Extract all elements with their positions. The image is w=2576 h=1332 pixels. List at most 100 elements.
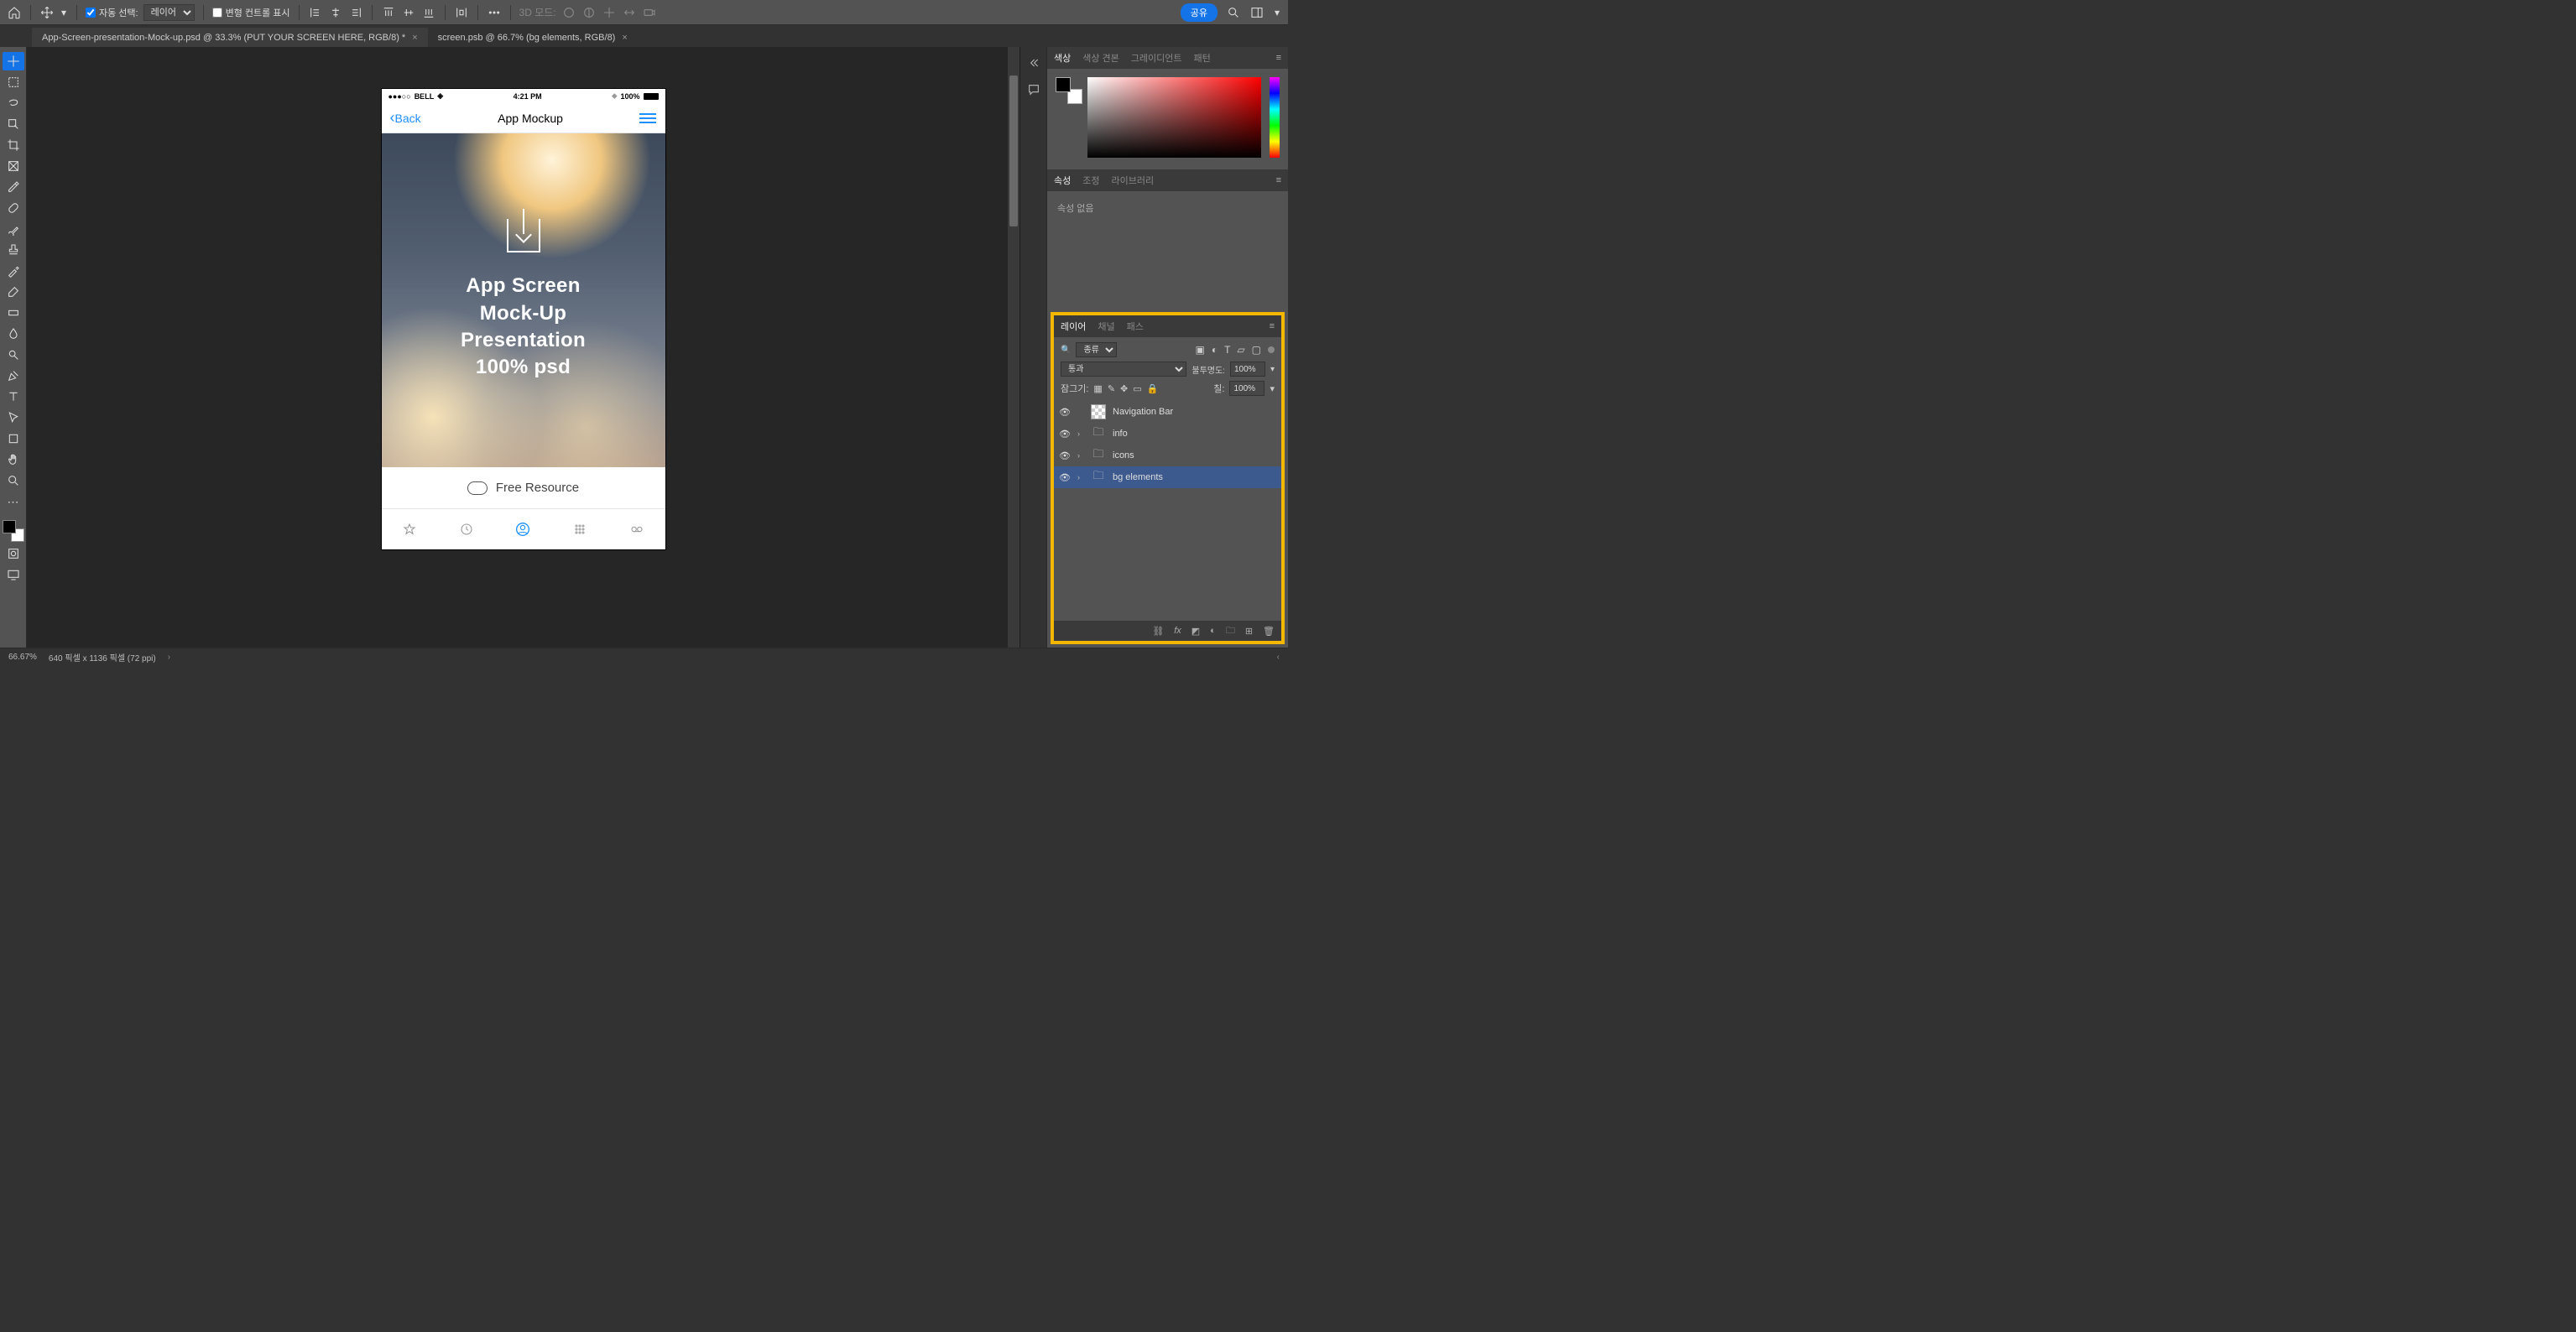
canvas[interactable]: ●●●○○BELL◈ 4:21 PM ⬥100% ‹Back App Mocku… (27, 47, 1019, 648)
transform-controls-checkbox[interactable]: 변형 컨트롤 표시 (212, 6, 290, 19)
close-icon[interactable]: × (412, 33, 417, 43)
layer-thumbnail[interactable] (1091, 404, 1106, 419)
layer-name[interactable]: info (1113, 429, 1128, 439)
tab-properties[interactable]: 속성 (1054, 174, 1071, 187)
document-tab[interactable]: screen.psb @ 66.7% (bg elements, RGB/8) … (428, 28, 638, 47)
search-icon[interactable] (1226, 5, 1241, 20)
object-select-tool[interactable] (3, 115, 24, 133)
filter-smart-icon[interactable]: ▢ (1252, 344, 1261, 356)
color-swatches[interactable] (3, 520, 24, 542)
history-brush-tool[interactable] (3, 262, 24, 280)
pen-tool[interactable] (3, 367, 24, 385)
new-layer-icon[interactable]: ⊞ (1245, 626, 1253, 637)
path-select-tool[interactable] (3, 408, 24, 427)
hue-slider[interactable] (1270, 77, 1280, 158)
layer-name[interactable]: icons (1113, 450, 1134, 460)
auto-select-target[interactable]: 레이어 (143, 4, 195, 21)
frame-tool[interactable] (3, 157, 24, 175)
panel-menu-icon[interactable]: ≡ (1270, 321, 1275, 331)
delete-icon[interactable]: 🗑 (1263, 626, 1275, 637)
foreground-swatch[interactable] (3, 520, 16, 533)
color-field[interactable] (1087, 77, 1261, 158)
document-dims[interactable]: 640 픽셀 x 1136 픽셀 (72 ppi) (49, 651, 156, 663)
dropdown-icon[interactable]: ▾ (1270, 365, 1275, 374)
blend-mode-select[interactable]: 통과 (1061, 362, 1186, 377)
layer-row[interactable]: 👁 › 🗀 icons (1054, 445, 1281, 466)
dodge-tool[interactable] (3, 346, 24, 364)
expand-dock-icon[interactable] (1026, 55, 1041, 70)
expand-icon[interactable]: › (1077, 451, 1084, 460)
tab-layers[interactable]: 레이어 (1061, 320, 1086, 333)
expand-icon[interactable]: › (1077, 473, 1084, 481)
tab-patterns[interactable]: 패턴 (1194, 51, 1211, 65)
workspace-icon[interactable] (1249, 5, 1265, 20)
chevron-left-icon[interactable]: ‹ (1277, 653, 1280, 662)
vertical-scrollbar[interactable] (1008, 47, 1019, 648)
layer-name[interactable]: bg elements (1113, 472, 1163, 482)
comment-icon[interactable] (1026, 82, 1041, 97)
more-icon[interactable] (487, 5, 502, 20)
move-tool-icon[interactable] (39, 5, 55, 20)
filter-adjust-icon[interactable]: ◐ (1212, 344, 1218, 356)
layer-row[interactable]: 👁 Navigation Bar (1054, 401, 1281, 423)
home-icon[interactable] (7, 5, 22, 20)
dropdown-icon[interactable]: ▾ (60, 5, 68, 20)
gradient-tool[interactable] (3, 304, 24, 322)
edit-toolbar-icon[interactable]: ⋯ (3, 492, 24, 511)
filter-pixel-icon[interactable]: ▣ (1195, 344, 1204, 356)
chevron-right-icon[interactable]: › (168, 653, 170, 662)
dropdown-icon[interactable]: ▾ (1270, 383, 1275, 394)
auto-select-checkbox[interactable]: 자동 선택: (86, 6, 138, 19)
tab-gradients[interactable]: 그레이디언트 (1131, 51, 1182, 65)
layer-name[interactable]: Navigation Bar (1113, 407, 1173, 417)
lock-all-icon[interactable]: 🔒 (1147, 383, 1159, 394)
visibility-icon[interactable]: 👁 (1059, 450, 1071, 461)
healing-tool[interactable] (3, 199, 24, 217)
lasso-tool[interactable] (3, 94, 24, 112)
tab-adjustments[interactable]: 조정 (1082, 174, 1099, 187)
stamp-tool[interactable] (3, 241, 24, 259)
layer-row[interactable]: 👁 › 🗀 bg elements (1054, 466, 1281, 488)
tab-color[interactable]: 색상 (1054, 51, 1071, 65)
shape-tool[interactable] (3, 429, 24, 448)
tab-libraries[interactable]: 라이브러리 (1112, 174, 1155, 187)
brush-tool[interactable] (3, 220, 24, 238)
eraser-tool[interactable] (3, 283, 24, 301)
filter-shape-icon[interactable]: ▱ (1237, 344, 1244, 356)
move-tool[interactable] (3, 52, 24, 70)
lock-paint-icon[interactable]: ✎ (1108, 383, 1115, 394)
search-icon[interactable]: 🔍 (1061, 346, 1071, 355)
align-top-icon[interactable] (381, 5, 396, 20)
eyedropper-tool[interactable] (3, 178, 24, 196)
visibility-icon[interactable]: 👁 (1059, 429, 1071, 440)
type-tool[interactable] (3, 388, 24, 406)
document-tab[interactable]: App-Screen-presentation-Mock-up.psd @ 33… (32, 28, 428, 47)
tab-channels[interactable]: 채널 (1098, 320, 1114, 333)
blur-tool[interactable] (3, 325, 24, 343)
align-bottom-icon[interactable] (421, 5, 436, 20)
visibility-icon[interactable]: 👁 (1059, 407, 1071, 418)
color-swatches[interactable] (1056, 77, 1079, 101)
filter-type-icon[interactable]: T (1224, 344, 1230, 356)
fill-input[interactable] (1229, 381, 1265, 396)
group-icon[interactable]: 🗀 (1226, 623, 1235, 639)
adjustment-icon[interactable]: ◐ (1210, 626, 1216, 636)
share-button[interactable]: 공유 (1181, 3, 1218, 22)
scrollbar-thumb[interactable] (1009, 75, 1018, 226)
lock-artboard-icon[interactable]: ▭ (1133, 383, 1141, 394)
align-hcenter-icon[interactable] (328, 5, 343, 20)
zoom-tool[interactable] (3, 471, 24, 490)
panel-menu-icon[interactable]: ≡ (1276, 53, 1281, 63)
zoom-value[interactable]: 66.67% (8, 653, 37, 662)
panel-menu-icon[interactable]: ≡ (1276, 175, 1281, 185)
fx-icon[interactable]: fx (1174, 626, 1181, 636)
visibility-icon[interactable]: 👁 (1059, 472, 1071, 483)
hand-tool[interactable] (3, 450, 24, 469)
distribute-icon[interactable] (454, 5, 469, 20)
layer-filter-type[interactable]: 종류 (1076, 342, 1117, 357)
align-right-icon[interactable] (348, 5, 363, 20)
tab-paths[interactable]: 패스 (1127, 320, 1144, 333)
close-icon[interactable]: × (622, 33, 627, 43)
expand-icon[interactable]: › (1077, 429, 1084, 438)
crop-tool[interactable] (3, 136, 24, 154)
